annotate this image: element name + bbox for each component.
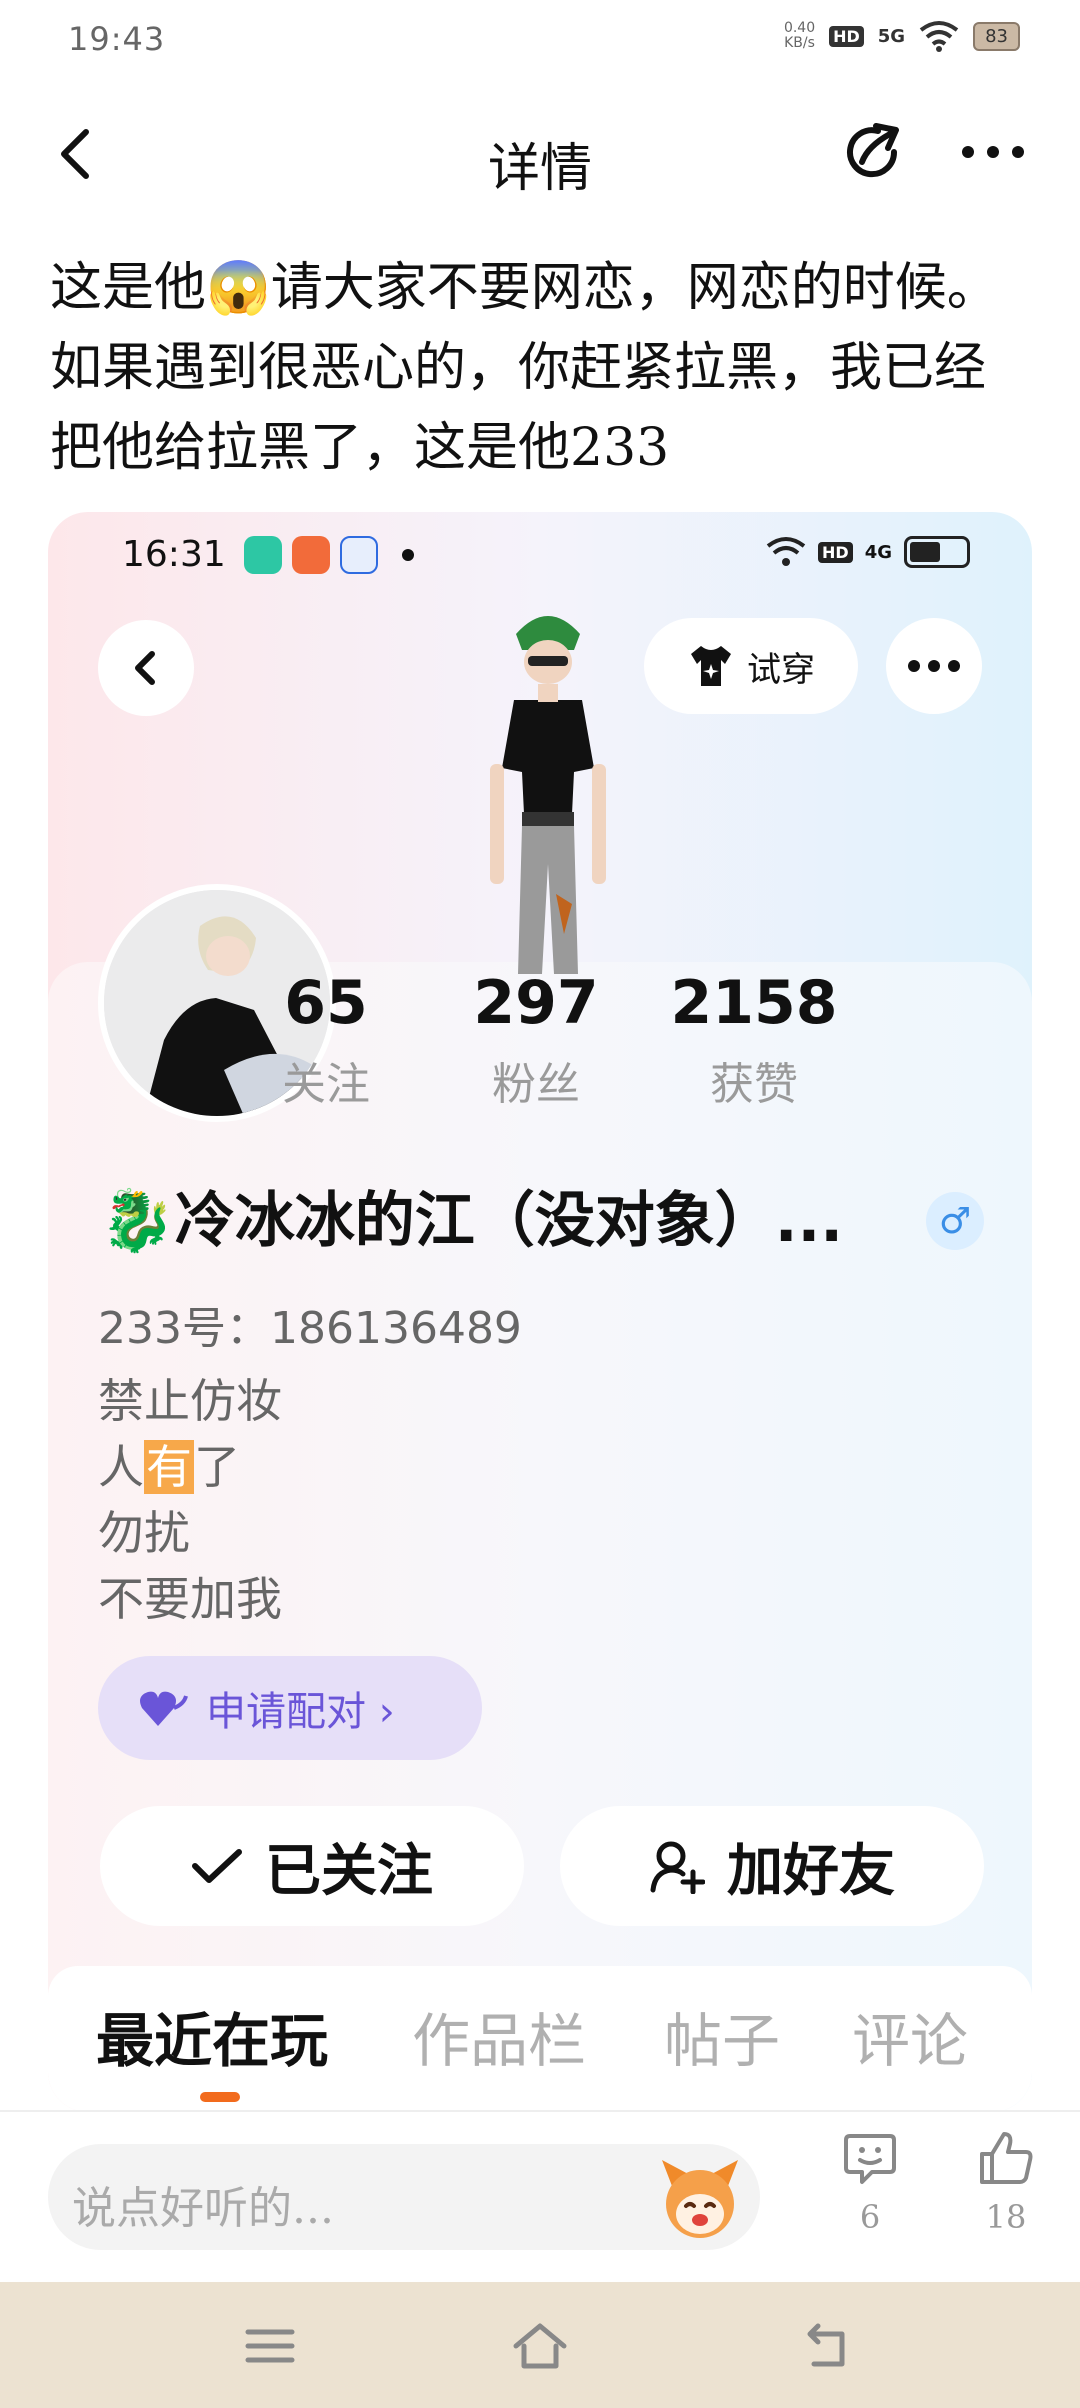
- more-icon[interactable]: [958, 132, 1028, 172]
- dot-icon: [402, 549, 414, 561]
- signal-5g-icon: 5G: [877, 25, 906, 47]
- wifi-icon: [919, 21, 959, 52]
- tab-recently-played: 最近在玩: [96, 2007, 329, 2075]
- shocked-emoji-icon: 😱: [206, 258, 271, 318]
- divider: [0, 2110, 1080, 2112]
- tab-posts: 帖子: [664, 2007, 781, 2075]
- hd-icon: HD: [818, 541, 853, 563]
- bio: 禁止仿妆 人有了 勿扰 不要加我: [98, 1374, 282, 1626]
- followed-button: 已关注: [100, 1806, 524, 1926]
- app-icon: [340, 536, 378, 574]
- check-icon: [192, 1849, 242, 1883]
- add-friend-button: 加好友: [560, 1806, 984, 1926]
- try-on-button: 试穿: [644, 618, 858, 714]
- top-nav: 详情: [0, 100, 1080, 220]
- chevron-left-icon: [135, 651, 155, 685]
- comment-placeholder: 说点好听的...: [72, 2183, 334, 2234]
- comment-input[interactable]: 说点好听的...: [48, 2144, 760, 2250]
- hd-icon: HD: [829, 25, 864, 47]
- tab-works: 作品栏: [412, 2007, 587, 2075]
- wifi-icon: [766, 537, 806, 566]
- post-body: 这是他😱请大家不要网恋，网恋的时候。如果遇到很恶心的，你赶紧拉黑，我已经把他给拉…: [50, 258, 999, 478]
- user-id: 233号：186136489: [98, 1303, 522, 1354]
- app-icon: [244, 536, 282, 574]
- comment-icon: [844, 2134, 896, 2184]
- heart-icon: [140, 1691, 188, 1726]
- stat-likes: 2158 获赞: [670, 968, 838, 1110]
- image-status-bar: 16:31 HD 4G: [48, 512, 1032, 602]
- status-time: 19:43: [68, 20, 166, 58]
- system-nav-bar: [0, 2282, 1080, 2408]
- comment-count: 6: [859, 2198, 881, 2236]
- menu-icon[interactable]: [240, 2318, 300, 2374]
- stat-following: 65 关注: [282, 968, 370, 1110]
- share-icon[interactable]: [838, 118, 908, 188]
- battery-icon: [904, 536, 970, 568]
- status-bar: 19:43 0.40 KB/s HD 5G 83: [0, 0, 1080, 90]
- add-user-icon: [650, 1841, 705, 1894]
- like-button[interactable]: 18: [966, 2130, 1046, 2236]
- pair-request-button: 申请配对 ›: [98, 1656, 482, 1760]
- app-icon: [292, 536, 330, 574]
- image-more-button: [886, 618, 982, 714]
- tshirt-icon: [691, 646, 731, 686]
- comment-button[interactable]: 6: [830, 2130, 910, 2236]
- stat-followers: 297 粉丝: [473, 968, 599, 1110]
- back-icon[interactable]: [796, 2318, 856, 2374]
- tab-comments: 评论: [852, 2007, 969, 2075]
- network-speed: 0.40 KB/s: [783, 20, 816, 51]
- active-tab-indicator: [200, 2092, 240, 2102]
- more-icon: [908, 660, 960, 672]
- thumbs-up-icon: [980, 2132, 1033, 2184]
- page-title: 详情: [487, 139, 592, 199]
- character-avatar: [490, 616, 606, 974]
- notification-icons: [244, 536, 414, 574]
- signal-4g-icon: 4G: [864, 541, 892, 563]
- male-gender-icon: ♂: [926, 1192, 984, 1250]
- post-image[interactable]: 16:31 HD 4G 试穿 65 关注 297 粉丝 2158 获赞 🐉冷冰冰…: [48, 512, 1032, 2112]
- home-icon[interactable]: [510, 2318, 570, 2374]
- like-count: 18: [985, 2198, 1027, 2236]
- mascot-emoji-icon[interactable]: [652, 2150, 748, 2246]
- nickname: 🐉冷冰冰的江（没对象）...: [100, 1186, 844, 1256]
- status-icons: 0.40 KB/s HD 5G 83: [784, 20, 1020, 52]
- image-back-button: [98, 620, 194, 716]
- battery-icon: 83: [973, 21, 1020, 51]
